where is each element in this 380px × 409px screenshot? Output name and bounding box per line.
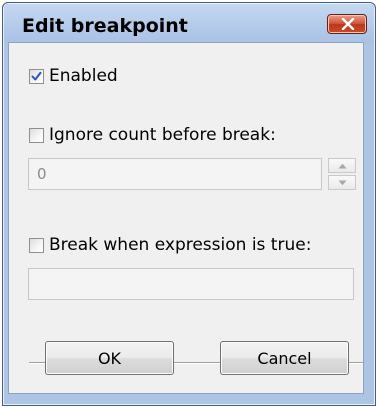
dialog-title: Edit breakpoint bbox=[22, 15, 188, 37]
break-expression-checkbox[interactable] bbox=[29, 237, 44, 253]
spin-down-button[interactable] bbox=[328, 175, 356, 190]
ignore-count-row[interactable]: Ignore count before break: bbox=[29, 124, 276, 146]
break-expression-label[interactable]: Break when expression is true: bbox=[49, 235, 311, 255]
spin-up-button[interactable] bbox=[328, 158, 356, 173]
title-bar[interactable]: Edit breakpoint bbox=[4, 4, 374, 44]
ok-button[interactable]: OK bbox=[45, 341, 174, 375]
break-expression-input[interactable] bbox=[28, 268, 354, 300]
enabled-checkbox[interactable] bbox=[29, 68, 44, 84]
cancel-button[interactable]: Cancel bbox=[220, 341, 349, 375]
enabled-label[interactable]: Enabled bbox=[49, 66, 118, 86]
ignore-count-label[interactable]: Ignore count before break: bbox=[49, 125, 276, 145]
ignore-count-checkbox[interactable] bbox=[29, 127, 44, 143]
close-button[interactable] bbox=[327, 14, 367, 34]
arrow-down-icon bbox=[338, 180, 347, 186]
break-expression-row[interactable]: Break when expression is true: bbox=[29, 234, 311, 256]
close-x-icon bbox=[341, 18, 355, 30]
ignore-count-input[interactable]: 0 bbox=[28, 158, 322, 190]
enabled-row[interactable]: Enabled bbox=[29, 65, 118, 87]
checkmark-icon bbox=[31, 71, 42, 80]
arrow-up-icon bbox=[338, 163, 347, 169]
